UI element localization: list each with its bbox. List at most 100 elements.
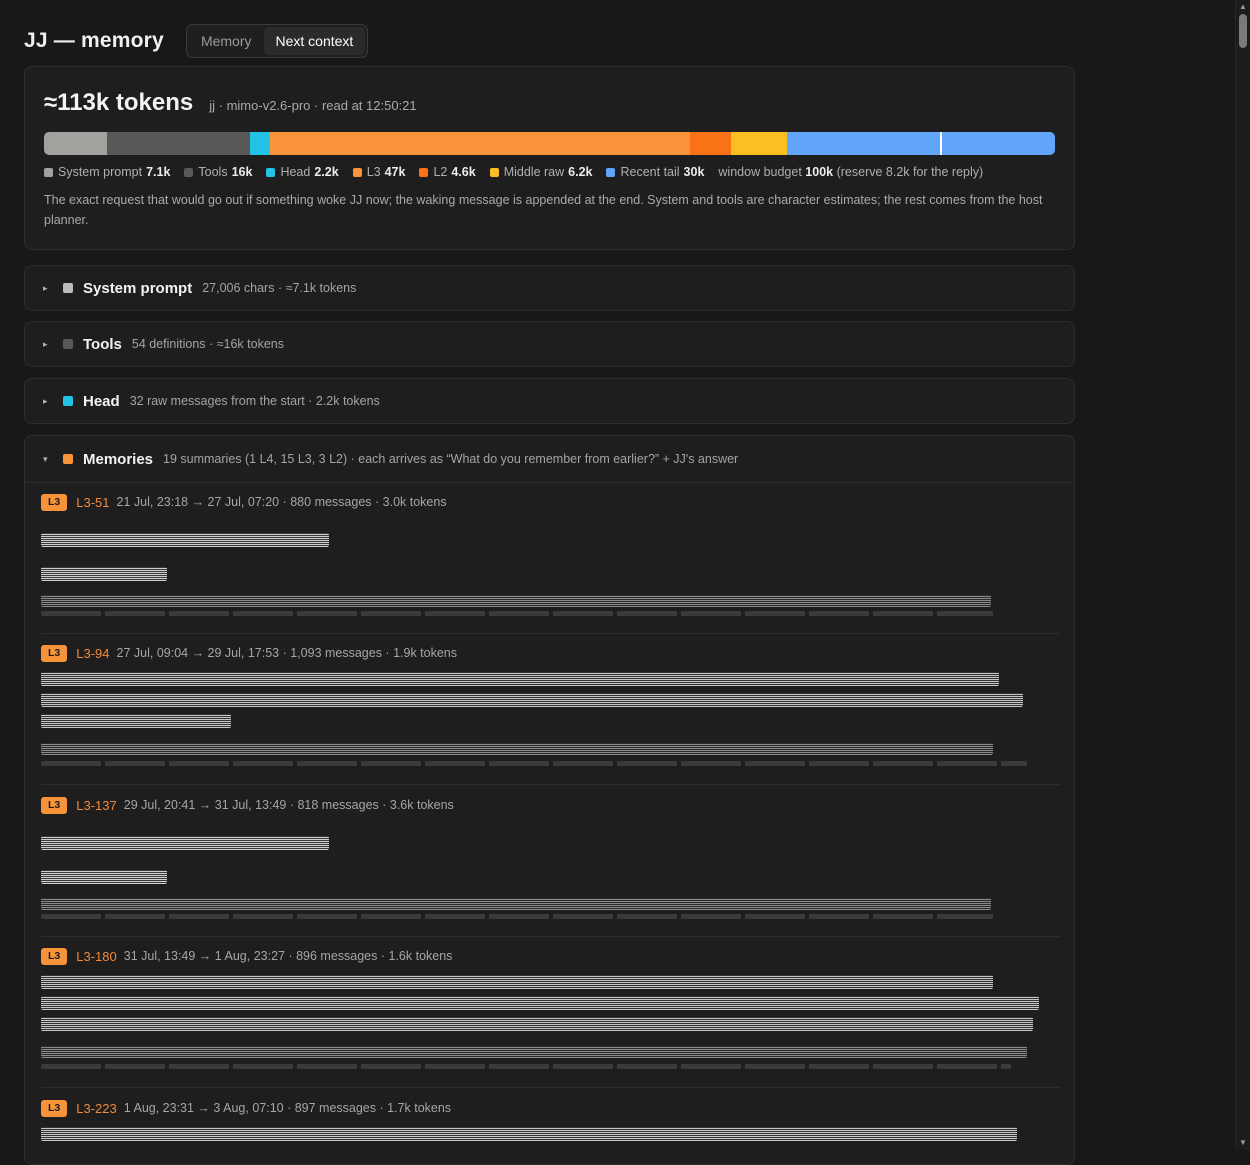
bar-segment-l2 bbox=[690, 132, 732, 155]
bar-segment-middle-raw bbox=[731, 132, 787, 155]
redacted-text-line bbox=[41, 1046, 1027, 1058]
section-memories: ▾ Memories 19 summaries (1 L4, 15 L3, 3 … bbox=[24, 435, 1075, 1165]
legend-swatch bbox=[419, 167, 429, 177]
memory-meta: 27 Jul, 09:04 → 29 Jul, 17:53 · 1,093 me… bbox=[116, 646, 457, 660]
entry-divider bbox=[41, 633, 1060, 634]
section-meta: 19 summaries (1 L4, 15 L3, 3 L2) · each … bbox=[163, 452, 739, 466]
bar-segment-system-prompt bbox=[44, 132, 108, 155]
entry-divider bbox=[41, 936, 1060, 937]
window-budget: window budget 100k (reserve 8.2k for the… bbox=[718, 165, 984, 179]
redacted-text-line bbox=[41, 693, 1023, 707]
legend-swatch bbox=[352, 167, 362, 177]
redacted-heading bbox=[41, 836, 329, 850]
section-color-swatch bbox=[63, 454, 73, 464]
context-summary-panel: ≈113k tokens jj · mimo-v2.6-pro · read a… bbox=[24, 66, 1075, 250]
redacted-subheading bbox=[41, 567, 167, 581]
section-tools[interactable]: ▸ Tools 54 definitions · ≈16k tokens bbox=[24, 321, 1075, 367]
token-legend: System prompt 7.1k Tools 16k Head 2.2k L3 47… bbox=[44, 165, 1055, 179]
redacted-text-line bbox=[41, 1017, 1033, 1031]
collapse-arrow-icon[interactable]: ▾ bbox=[43, 454, 53, 465]
memory-id: L3-51 bbox=[76, 494, 110, 510]
page-scrollbar[interactable]: ▲ ▼ bbox=[1235, 0, 1250, 1150]
legend-swatch bbox=[184, 167, 194, 177]
legend-system-prompt: System prompt 7.1k bbox=[44, 165, 170, 179]
redacted-text-line bbox=[41, 743, 993, 755]
tab-next-context[interactable]: Next context bbox=[263, 27, 366, 55]
tab-memory[interactable]: Memory bbox=[189, 27, 264, 55]
redacted-text-line bbox=[41, 996, 1039, 1010]
memory-id: L3-180 bbox=[76, 948, 117, 964]
memory-entry: L3 L3-137 29 Jul, 20:41 → 31 Jul, 13:49 … bbox=[41, 796, 1060, 919]
redacted-subheading bbox=[41, 870, 167, 884]
section-color-swatch bbox=[63, 396, 73, 406]
bar-segment-head bbox=[250, 132, 271, 155]
level-badge: L3 bbox=[41, 947, 68, 965]
redacted-text-line bbox=[41, 714, 231, 728]
memory-entry: L3 L3-180 31 Jul, 13:49 → 1 Aug, 23:27 ·… bbox=[41, 947, 1060, 1069]
context-meta: jj · mimo-v2.6-pro · read at 12:50:21 bbox=[209, 98, 417, 113]
legend-l3: L3 47k bbox=[352, 165, 405, 179]
redacted-text-line bbox=[41, 595, 991, 607]
level-badge: L3 bbox=[41, 796, 68, 814]
memory-id: L3-223 bbox=[76, 1100, 117, 1116]
bar-segment-recent-tail bbox=[786, 132, 1055, 155]
memory-id: L3-94 bbox=[76, 645, 110, 661]
memory-meta: 1 Aug, 23:31 → 3 Aug, 07:10 · 897 messag… bbox=[123, 1101, 452, 1115]
budget-marker bbox=[940, 132, 942, 155]
section-system-prompt[interactable]: ▸ System prompt 27,006 chars · ≈7.1k tok… bbox=[24, 265, 1075, 311]
redacted-heading bbox=[41, 533, 329, 547]
legend-l2: L2 4.6k bbox=[419, 165, 476, 179]
section-color-swatch bbox=[63, 339, 73, 349]
memory-meta: 31 Jul, 13:49 → 1 Aug, 23:27 · 896 messa… bbox=[123, 949, 453, 963]
legend-tools: Tools 16k bbox=[184, 165, 252, 179]
redacted-text-line bbox=[41, 1064, 1011, 1069]
expand-arrow-icon[interactable]: ▸ bbox=[43, 396, 53, 407]
redacted-text-line bbox=[41, 914, 993, 919]
section-meta: 32 raw messages from the start · 2.2k to… bbox=[129, 394, 380, 408]
expand-arrow-icon[interactable]: ▸ bbox=[43, 283, 53, 294]
section-title: Memories bbox=[83, 450, 154, 468]
entry-divider bbox=[41, 1087, 1060, 1088]
legend-middle-raw: Middle raw 6.2k bbox=[489, 165, 592, 179]
redacted-text-line bbox=[41, 672, 999, 686]
legend-swatch bbox=[489, 167, 499, 177]
section-meta: 54 definitions · ≈16k tokens bbox=[131, 337, 284, 351]
section-title: Tools bbox=[83, 335, 122, 353]
section-head[interactable]: ▸ Head 32 raw messages from the start · … bbox=[24, 378, 1075, 424]
legend-recent-tail: Recent tail 30k bbox=[606, 165, 704, 179]
token-usage-bar bbox=[44, 132, 1055, 155]
scroll-thumb[interactable] bbox=[1239, 14, 1247, 48]
redacted-text-line bbox=[41, 898, 991, 910]
memory-entry: L3 L3-94 27 Jul, 09:04 → 29 Jul, 17:53 ·… bbox=[41, 644, 1060, 766]
memory-meta: 21 Jul, 23:18 → 27 Jul, 07:20 · 880 mess… bbox=[116, 495, 447, 509]
legend-head: Head 2.2k bbox=[266, 165, 339, 179]
memory-entry: L3 L3-51 21 Jul, 23:18 → 27 Jul, 07:20 ·… bbox=[41, 493, 1060, 616]
expand-arrow-icon[interactable]: ▸ bbox=[43, 339, 53, 350]
scroll-up-icon[interactable]: ▲ bbox=[1238, 2, 1248, 12]
memory-id: L3-137 bbox=[76, 797, 117, 813]
legend-swatch bbox=[266, 167, 276, 177]
redacted-text-line bbox=[41, 975, 993, 989]
level-badge: L3 bbox=[41, 493, 68, 511]
page-header: JJ — memory Memory Next context bbox=[24, 24, 369, 58]
redacted-text-line bbox=[41, 611, 993, 616]
level-badge: L3 bbox=[41, 1099, 68, 1117]
memories-header[interactable]: ▾ Memories 19 summaries (1 L4, 15 L3, 3 … bbox=[25, 436, 1074, 483]
page-title: JJ — memory bbox=[24, 29, 164, 52]
total-tokens: ≈113k tokens bbox=[44, 89, 194, 116]
legend-swatch bbox=[44, 167, 53, 177]
view-tabs: Memory Next context bbox=[185, 24, 369, 58]
entry-divider bbox=[41, 784, 1060, 785]
scroll-down-icon[interactable]: ▼ bbox=[1238, 1138, 1248, 1148]
bar-segment-tools bbox=[107, 132, 251, 155]
memory-entry: L3 L3-223 1 Aug, 23:31 → 3 Aug, 07:10 · … bbox=[41, 1099, 1060, 1141]
redacted-text-line bbox=[41, 761, 1027, 766]
section-title: Head bbox=[83, 392, 120, 410]
legend-swatch bbox=[606, 167, 616, 177]
section-color-swatch bbox=[63, 283, 73, 293]
redacted-text-line bbox=[41, 1127, 1017, 1141]
context-description: The exact request that would go out if s… bbox=[44, 193, 1043, 227]
bar-segment-l3 bbox=[270, 132, 691, 155]
memory-meta: 29 Jul, 20:41 → 31 Jul, 13:49 · 818 mess… bbox=[123, 798, 454, 812]
level-badge: L3 bbox=[41, 644, 68, 662]
